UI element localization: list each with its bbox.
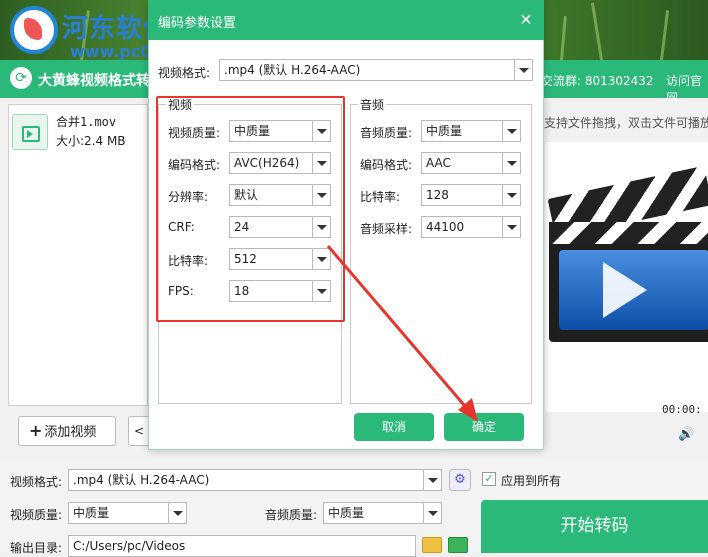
annotation-arrow [326, 245, 478, 422]
